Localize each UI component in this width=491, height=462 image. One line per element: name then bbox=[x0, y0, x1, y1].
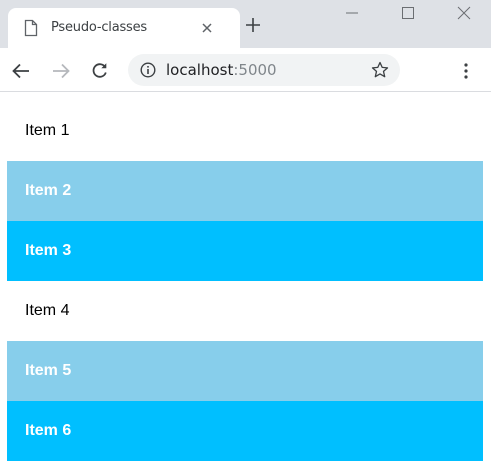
kebab-menu-icon[interactable] bbox=[464, 63, 468, 79]
browser-tab[interactable]: Pseudo-classes bbox=[8, 8, 240, 48]
address-port: :5000 bbox=[233, 61, 277, 79]
address-bar[interactable]: localhost:5000 bbox=[128, 54, 400, 86]
close-window-icon[interactable] bbox=[457, 6, 471, 20]
maximize-icon[interactable] bbox=[401, 6, 415, 20]
list-item: Item 3 bbox=[7, 221, 483, 281]
list-item: Item 2 bbox=[7, 161, 483, 221]
back-arrow-icon[interactable] bbox=[12, 63, 30, 79]
address-host: localhost bbox=[166, 61, 234, 79]
list-item: Item 4 bbox=[7, 281, 483, 341]
tab-strip: Pseudo-classes bbox=[0, 0, 491, 48]
reload-icon[interactable] bbox=[91, 62, 108, 79]
tab-title: Pseudo-classes bbox=[51, 20, 148, 35]
list-item: Item 5 bbox=[7, 341, 483, 401]
address-url: localhost:5000 bbox=[166, 61, 277, 79]
forward-arrow-icon[interactable] bbox=[52, 63, 70, 79]
minimize-icon[interactable] bbox=[345, 6, 359, 20]
plus-icon[interactable] bbox=[245, 17, 261, 33]
page-icon bbox=[24, 19, 38, 37]
star-icon[interactable] bbox=[371, 61, 389, 79]
list-item: Item 6 bbox=[7, 401, 483, 461]
close-icon[interactable] bbox=[200, 21, 214, 35]
info-icon[interactable] bbox=[140, 62, 156, 78]
list-item: Item 1 bbox=[7, 101, 483, 161]
browser-toolbar: localhost:5000 bbox=[0, 48, 491, 92]
